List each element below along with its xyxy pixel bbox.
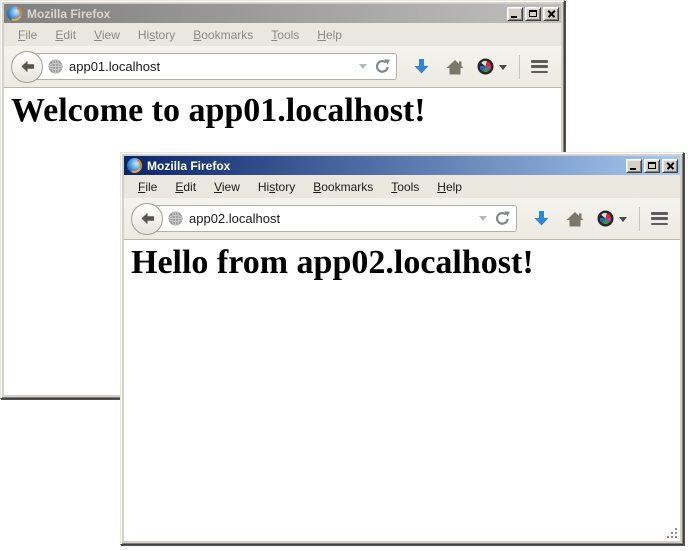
- menu-help[interactable]: Help: [428, 176, 471, 198]
- close-icon: [544, 8, 558, 20]
- reload-button[interactable]: [375, 59, 390, 74]
- reload-icon: [495, 211, 510, 226]
- chevron-down-icon: [359, 64, 367, 73]
- maximize-button[interactable]: [644, 159, 660, 173]
- chevron-down-icon: [479, 216, 487, 225]
- urlbar-dropdown-button[interactable]: [355, 60, 371, 73]
- menu-bookmarks[interactable]: Bookmarks: [184, 24, 262, 46]
- menu-edit[interactable]: Edit: [166, 176, 205, 198]
- globe-icon[interactable]: [168, 211, 183, 226]
- colorwheel-icon: [477, 58, 494, 75]
- window-title: Mozilla Firefox: [147, 159, 626, 173]
- page-heading: Welcome to app01.localhost!: [4, 88, 561, 130]
- resize-grip[interactable]: [666, 527, 679, 540]
- back-icon: [20, 60, 35, 73]
- menu-bookmarks[interactable]: Bookmarks: [304, 176, 382, 198]
- menu-history[interactable]: History: [129, 24, 184, 46]
- chevron-down-icon: [499, 65, 507, 74]
- navigation-toolbar: [4, 46, 561, 88]
- browser-window-app02: Mozilla Firefox File Edit View History B…: [120, 152, 684, 545]
- minimize-button[interactable]: [507, 7, 523, 21]
- maximize-icon: [648, 162, 656, 169]
- minimize-icon: [511, 16, 517, 18]
- menu-edit[interactable]: Edit: [46, 24, 85, 46]
- reload-button[interactable]: [495, 211, 510, 226]
- menu-history[interactable]: History: [249, 176, 304, 198]
- back-button[interactable]: [11, 51, 43, 83]
- app-menu-button[interactable]: [531, 60, 548, 73]
- downloads-button[interactable]: [533, 210, 550, 227]
- hamburger-icon: [531, 60, 548, 63]
- titlebar[interactable]: Mozilla Firefox: [124, 156, 680, 175]
- titlebar[interactable]: Mozilla Firefox: [4, 4, 561, 23]
- close-icon: [663, 160, 677, 172]
- hamburger-icon: [651, 212, 668, 215]
- download-icon: [533, 210, 550, 227]
- menu-tools[interactable]: Tools: [262, 24, 308, 46]
- back-icon: [140, 212, 155, 225]
- url-input[interactable]: [189, 206, 475, 231]
- home-button[interactable]: [446, 59, 464, 75]
- downloads-button[interactable]: [413, 58, 430, 75]
- location-bar[interactable]: [148, 205, 517, 232]
- firefox-icon[interactable]: [127, 158, 142, 173]
- globe-icon[interactable]: [48, 59, 63, 74]
- page-heading: Hello from app02.localhost!: [124, 240, 680, 282]
- minimize-icon: [630, 168, 636, 170]
- close-button[interactable]: [543, 7, 559, 21]
- window-title: Mozilla Firefox: [27, 7, 507, 21]
- extension-button[interactable]: [477, 58, 507, 75]
- extension-button[interactable]: [597, 210, 627, 227]
- menu-view[interactable]: View: [205, 176, 249, 198]
- menubar: File Edit View History Bookmarks Tools H…: [4, 23, 561, 46]
- home-button[interactable]: [566, 211, 584, 227]
- menu-tools[interactable]: Tools: [382, 176, 428, 198]
- url-input[interactable]: [69, 54, 355, 79]
- toolbar-separator: [639, 207, 640, 231]
- colorwheel-icon: [597, 210, 614, 227]
- reload-icon: [375, 59, 390, 74]
- page-content: Hello from app02.localhost!: [124, 240, 680, 541]
- back-button[interactable]: [131, 203, 163, 235]
- chevron-down-icon: [619, 217, 627, 226]
- firefox-icon[interactable]: [7, 6, 22, 21]
- maximize-button[interactable]: [525, 7, 541, 21]
- menu-view[interactable]: View: [85, 24, 129, 46]
- menubar: File Edit View History Bookmarks Tools H…: [124, 175, 680, 198]
- close-button[interactable]: [662, 159, 678, 173]
- maximize-icon: [529, 10, 537, 17]
- navigation-toolbar: [124, 198, 680, 240]
- menu-file[interactable]: File: [9, 24, 46, 46]
- home-icon: [566, 211, 584, 227]
- download-icon: [413, 58, 430, 75]
- menu-help[interactable]: Help: [308, 24, 351, 46]
- home-icon: [446, 59, 464, 75]
- location-bar[interactable]: [28, 53, 397, 80]
- minimize-button[interactable]: [626, 159, 642, 173]
- urlbar-dropdown-button[interactable]: [475, 212, 491, 225]
- menu-file[interactable]: File: [129, 176, 166, 198]
- toolbar-separator: [519, 55, 520, 79]
- app-menu-button[interactable]: [651, 212, 668, 225]
